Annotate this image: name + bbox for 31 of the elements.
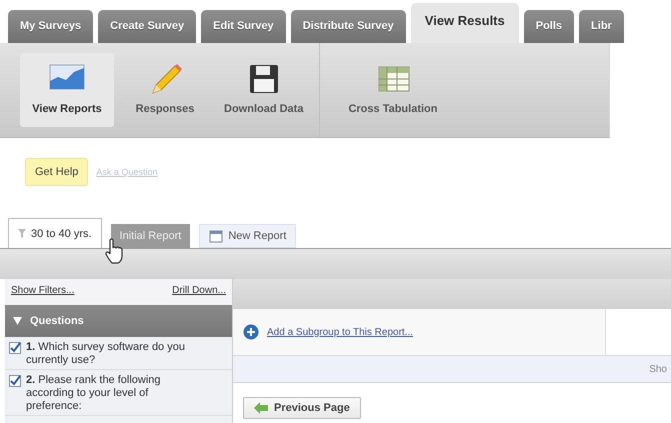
checkbox-checked-icon[interactable]: [9, 342, 21, 354]
funnel-icon: [18, 229, 26, 238]
hand-cursor-icon: [104, 238, 124, 264]
toolbar-button[interactable]: Cross Tabulation: [340, 53, 446, 127]
report-tab[interactable]: New Report: [199, 224, 296, 248]
tab[interactable]: View Results: [410, 3, 519, 43]
bar-text: Sho: [649, 364, 667, 374]
checkbox-checked-icon[interactable]: [9, 375, 21, 387]
question-text: 1. Which survey software do you currently use?: [26, 341, 186, 367]
toolbar-button[interactable]: Responses: [118, 53, 212, 127]
sidebar-link[interactable]: Drill Down...: [172, 285, 226, 305]
tab[interactable]: My Surveys: [8, 10, 94, 43]
add-subgroup-link[interactable]: Add a Subgroup to This Report...: [267, 326, 414, 338]
tab[interactable]: Create Survey: [98, 10, 196, 43]
calendar-icon: [209, 229, 224, 243]
report-tab[interactable]: Initial Report: [110, 224, 190, 248]
toolbar-button[interactable]: Download Data: [216, 53, 312, 127]
tab[interactable]: Edit Survey: [201, 10, 286, 43]
report-tab[interactable]: 30 to 40 yrs.: [8, 218, 102, 248]
tab[interactable]: Libr: [579, 10, 624, 43]
section-header[interactable]: Questions: [5, 305, 232, 337]
sidebar-link[interactable]: Show Filters...: [11, 285, 74, 305]
triangle-down-icon: [13, 317, 22, 325]
tab[interactable]: Polls: [524, 10, 574, 43]
arrow-left-icon: [254, 402, 268, 414]
previous-page-button[interactable]: Previous Page: [243, 397, 361, 419]
toolbar-button[interactable]: View Reports: [20, 53, 114, 127]
get-help-button[interactable]: Get Help: [25, 158, 88, 186]
question-text: 2. Please rank the following according to your level of preference:: [26, 374, 162, 413]
tab[interactable]: Distribute Survey: [290, 10, 406, 43]
plus-circle-icon: [243, 324, 259, 340]
